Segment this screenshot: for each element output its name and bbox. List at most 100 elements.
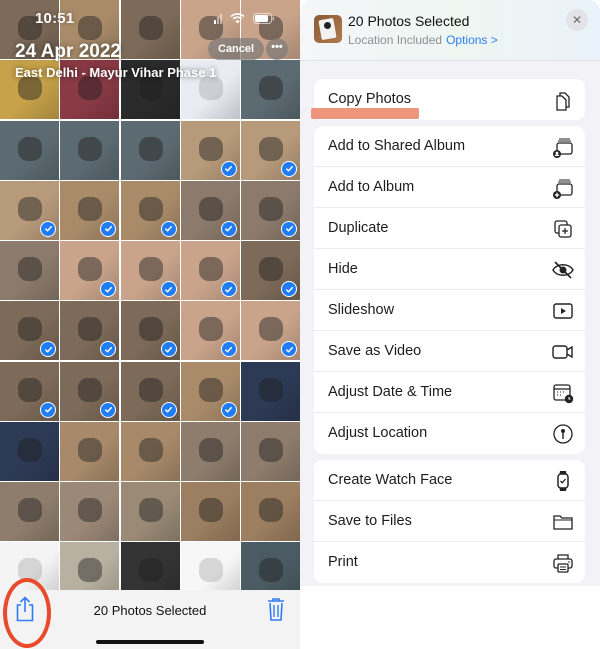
action-adjust-location[interactable]: Adjust Location <box>314 413 585 454</box>
sheet-bottom-area <box>300 586 600 649</box>
photo-content <box>259 377 283 402</box>
photo-thumbnail[interactable] <box>60 120 120 180</box>
photo-thumbnail[interactable] <box>180 421 240 481</box>
photo-grid <box>0 0 300 602</box>
photo-content <box>198 437 223 462</box>
photo-content <box>78 317 103 342</box>
photo-content <box>138 257 163 281</box>
action-label: Add to Shared Album <box>328 138 466 154</box>
photo-thumbnail[interactable] <box>60 180 120 240</box>
photo-thumbnail[interactable] <box>0 361 59 421</box>
calendar-clock-icon <box>551 381 575 405</box>
photo-content <box>18 437 42 462</box>
action-label: Adjust Location <box>328 425 428 441</box>
folder-icon <box>551 510 575 534</box>
photo-content <box>138 136 163 161</box>
delete-button[interactable] <box>267 597 285 621</box>
photo-content <box>78 437 103 462</box>
action-label: Slideshow <box>328 302 395 318</box>
options-link[interactable]: Options > <box>446 33 498 47</box>
photo-thumbnail[interactable] <box>180 361 240 421</box>
action-save-to-files[interactable]: Save to Files <box>314 501 585 542</box>
photo-content <box>78 498 103 522</box>
home-indicator <box>96 640 204 644</box>
selected-checkmark-icon <box>40 341 56 358</box>
photo-thumbnail[interactable] <box>120 421 180 481</box>
photo-content <box>259 437 283 462</box>
action-save-as-video[interactable]: Save as Video <box>314 331 585 372</box>
photo-thumbnail[interactable] <box>241 180 300 240</box>
selected-checkmark-icon <box>281 341 297 358</box>
copy-icon <box>551 88 575 112</box>
selected-checkmark-icon <box>40 220 56 237</box>
battery-icon <box>253 11 275 29</box>
photo-content <box>259 196 283 221</box>
photo-thumbnail[interactable] <box>180 482 240 541</box>
action-slideshow[interactable]: Slideshow <box>314 290 585 331</box>
photo-content <box>78 196 103 221</box>
photo-thumbnail[interactable] <box>60 421 120 481</box>
photo-content <box>18 317 42 342</box>
cancel-button[interactable]: Cancel <box>208 38 265 60</box>
photo-thumbnail[interactable] <box>120 482 180 541</box>
selected-checkmark-icon <box>220 160 237 177</box>
photo-thumbnail[interactable] <box>0 180 59 240</box>
close-button[interactable]: ✕ <box>566 9 588 31</box>
photo-content <box>198 377 223 402</box>
action-label: Duplicate <box>328 220 389 236</box>
photo-thumbnail[interactable] <box>241 60 300 120</box>
photo-content <box>259 498 283 522</box>
photo-thumbnail[interactable] <box>120 361 180 421</box>
photo-thumbnail[interactable] <box>180 180 240 240</box>
photo-thumbnail[interactable] <box>60 241 120 300</box>
photo-thumbnail[interactable] <box>60 482 120 541</box>
photo-thumbnail[interactable] <box>241 241 300 300</box>
action-label: Add to Album <box>328 179 415 195</box>
photo-thumbnail[interactable] <box>180 301 240 361</box>
photo-thumbnail[interactable] <box>0 120 59 180</box>
photo-content <box>18 498 42 522</box>
action-print[interactable]: Print <box>314 542 585 583</box>
action-hide[interactable]: Hide <box>314 249 585 290</box>
photo-thumbnail[interactable] <box>60 361 120 421</box>
status-time: 10:51 <box>35 10 75 27</box>
photo-thumbnail[interactable] <box>241 482 300 541</box>
photo-content <box>259 558 283 583</box>
photo-thumbnail[interactable] <box>241 301 300 361</box>
photo-thumbnail[interactable] <box>120 301 180 361</box>
photo-content <box>18 377 42 402</box>
action-duplicate[interactable]: Duplicate <box>314 208 585 249</box>
photo-thumbnail[interactable] <box>0 482 59 541</box>
photo-thumbnail[interactable] <box>180 241 240 300</box>
photo-thumbnail[interactable] <box>120 0 180 59</box>
photo-thumbnail[interactable] <box>180 120 240 180</box>
photo-thumbnail[interactable] <box>241 120 300 180</box>
photo-thumbnail[interactable] <box>120 180 180 240</box>
photo-thumbnail[interactable] <box>0 421 59 481</box>
action-add-to-album[interactable]: Add to Album <box>314 167 585 208</box>
photo-thumbnail[interactable] <box>241 421 300 481</box>
photo-thumbnail[interactable] <box>120 120 180 180</box>
photo-thumbnail[interactable] <box>60 301 120 361</box>
photo-thumbnail[interactable] <box>0 241 59 300</box>
photo-content <box>138 317 163 342</box>
selected-checkmark-icon <box>220 220 237 237</box>
photo-content <box>78 377 103 402</box>
photo-content <box>198 498 223 522</box>
action-create-watch-face[interactable]: Create Watch Face <box>314 460 585 501</box>
action-label: Copy Photos <box>328 91 412 107</box>
photo-content <box>259 76 283 101</box>
photo-content <box>78 257 103 281</box>
action-add-to-shared-album[interactable]: Add to Shared Album <box>314 126 585 167</box>
printer-icon <box>551 551 575 575</box>
photo-thumbnail[interactable] <box>120 241 180 300</box>
photo-thumbnail[interactable] <box>241 361 300 421</box>
photo-content <box>78 16 103 40</box>
share-sheet-title: 20 Photos Selected <box>348 13 470 29</box>
photo-content <box>18 196 42 221</box>
action-adjust-date-time[interactable]: Adjust Date & Time <box>314 372 585 413</box>
photo-content <box>198 558 223 583</box>
signal-icon <box>214 11 222 29</box>
photo-thumbnail[interactable] <box>0 301 59 361</box>
more-options-button[interactable]: ••• <box>266 38 288 60</box>
